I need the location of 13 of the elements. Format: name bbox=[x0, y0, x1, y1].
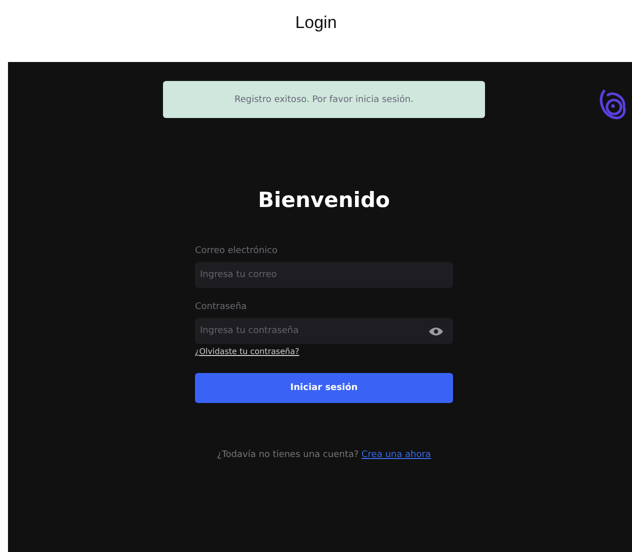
welcome-heading: Bienvenido bbox=[258, 188, 390, 212]
password-field[interactable]: Ingresa tu contraseña bbox=[195, 318, 453, 344]
success-alert: Registro exitoso. Por favor inicia sesión. bbox=[163, 81, 485, 118]
forgot-password-link[interactable]: ¿Olvidaste tu contraseña? bbox=[195, 347, 300, 356]
signup-prompt: ¿Todavía no tienes una cuenta? bbox=[217, 450, 359, 460]
email-field[interactable]: Ingresa tu correo bbox=[195, 262, 453, 288]
eye-icon[interactable] bbox=[429, 327, 443, 336]
field-label: Correo electrónico bbox=[195, 246, 278, 256]
page-title: Login bbox=[295, 13, 337, 33]
field-label: Contraseña bbox=[195, 302, 248, 312]
signup-link[interactable]: Crea una ahora bbox=[362, 450, 431, 460]
orbit-logo-icon bbox=[598, 87, 628, 121]
login-button[interactable]: Iniciar sesión bbox=[195, 373, 453, 403]
